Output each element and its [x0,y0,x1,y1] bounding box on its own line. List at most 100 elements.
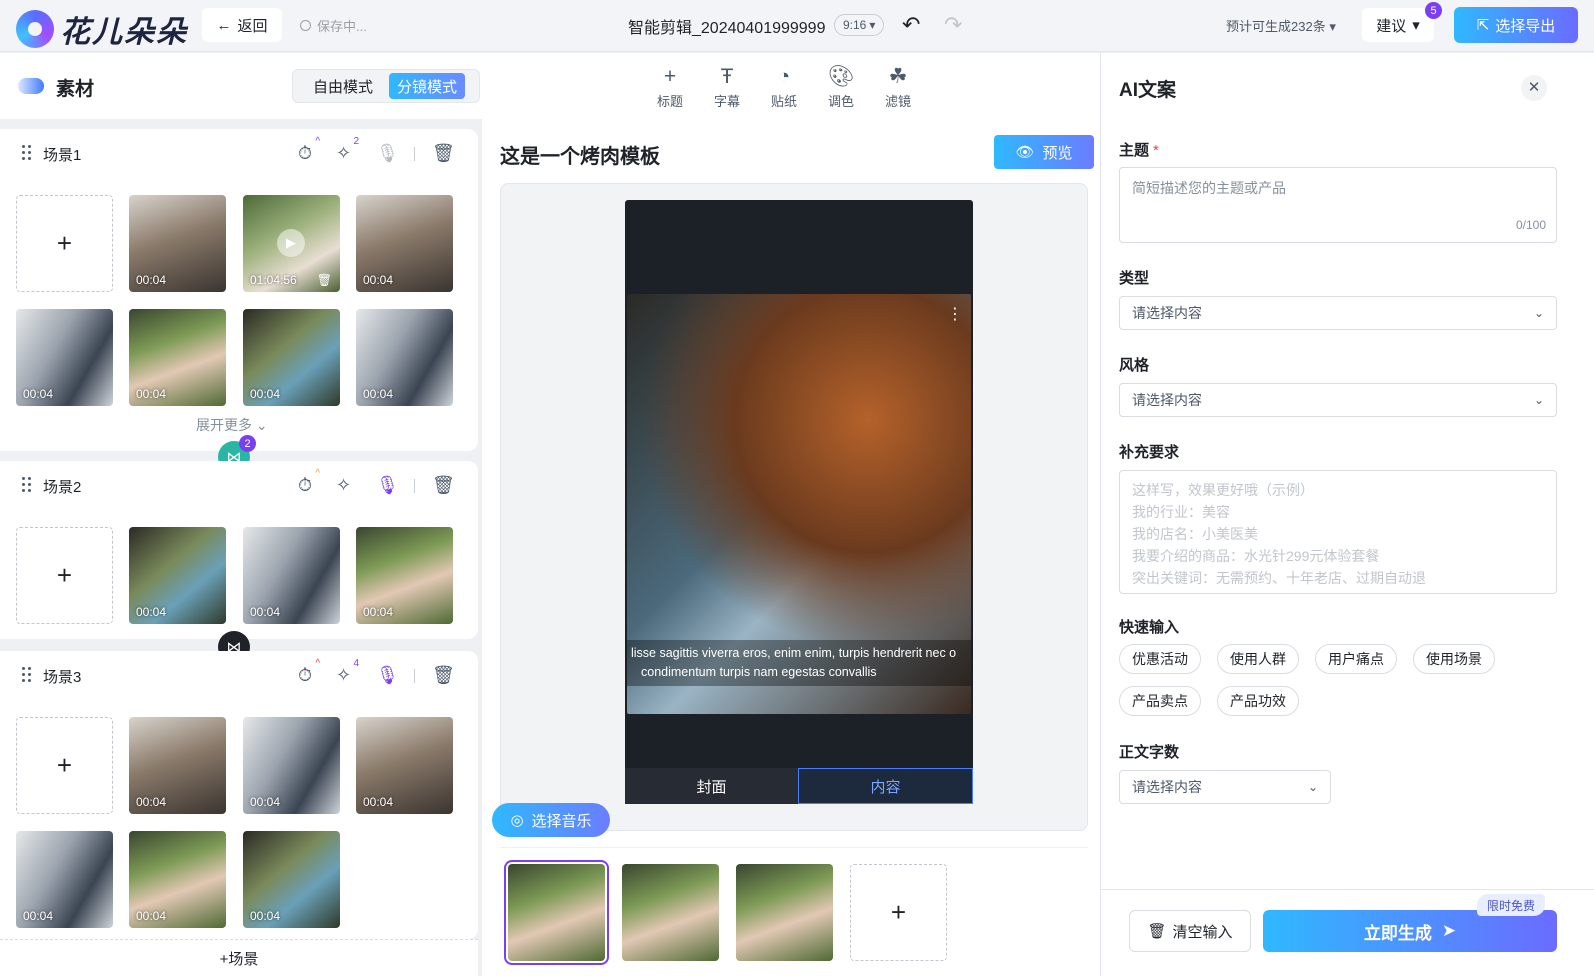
filter-tool[interactable]: ☘︎ 滤镜 [878,63,918,110]
clip-thumbnail[interactable]: 00:04 [243,309,340,406]
type-select[interactable]: 请选择内容 ⌄ [1119,296,1557,330]
sticker-tool[interactable]: ◔ 贴纸 [764,63,804,110]
play-icon[interactable]: ▶ [277,229,305,257]
add-scene-button[interactable]: +场景 [0,939,478,976]
tab-content[interactable]: 内容 [798,768,973,804]
aspect-ratio-select[interactable]: 9:16 ▾ [834,14,885,36]
caret-down-icon: ▾ [869,18,876,32]
expand-more-button[interactable]: 展开更多 ⌄ [196,415,268,435]
subtitle-overlay[interactable]: lisse sagittis viverra eros, enim enim, … [627,640,971,686]
back-button[interactable]: ← 返回 [202,8,282,42]
divider [414,479,415,493]
clip-thumbnail[interactable]: ▶ 01:04:56 🗑︎ [243,195,340,292]
clip-thumbnail[interactable]: 00:04 [243,831,340,928]
plus-icon: + [663,65,677,88]
generate-button[interactable]: 立即生成 ➤ [1263,910,1557,952]
divider [414,669,415,683]
quick-chip[interactable]: 产品卖点 [1119,686,1201,716]
export-button[interactable]: ⇱ 选择导出 [1454,7,1578,43]
add-clip-button[interactable]: + [16,195,113,292]
text-icon: Ŧ [720,65,734,88]
effect-icon[interactable]: ✧ 4 [336,658,359,686]
add-clip-button[interactable]: + [16,717,113,814]
estimate-text: 预计可生成232条 [1226,19,1326,34]
material-title: 素材 [56,79,95,100]
color-tool[interactable]: 🎨︎ 调色 [821,63,861,110]
trash-icon[interactable]: 🗑︎ [432,665,455,686]
drag-handle-icon[interactable] [22,145,32,161]
storyboard-mode-tab[interactable]: 分镜模式 [389,73,466,99]
speed-icon[interactable]: ⏱ ^ [298,658,320,686]
material-toggle-icon[interactable] [18,78,44,94]
clip-thumbnail[interactable]: 00:04 [356,527,453,624]
app-logo[interactable]: 花儿朵朵 [16,7,188,51]
clip-thumbnail[interactable]: 00:04 [16,309,113,406]
style-select[interactable]: 请选择内容 ⌄ [1119,383,1557,417]
more-options-icon[interactable]: ⋮ [947,304,963,324]
caret-down-icon: ▾ [1329,19,1336,34]
clear-input-button[interactable]: 🗑︎ 清空输入 [1129,910,1251,952]
speed-icon[interactable]: ⏱ ^ [298,468,320,496]
topic-input[interactable]: 简短描述您的主题或产品 0/100 [1119,167,1557,243]
microphone-icon[interactable]: 🎙︎ [376,475,399,496]
scene-card-1: 场景1 ⏱ ^ ✧ 2 🎙︎ 🗑︎ + 00:04 ▶ 01:04:56 🗑︎ 00… [0,129,478,451]
clip-thumbnail[interactable]: 00:04 [243,527,340,624]
ai-copy-panel: AI文案 ✕ 主题 * 简短描述您的主题或产品 0/100 类型 请选择内容 ⌄ … [1100,53,1594,976]
select-music-button[interactable]: ◎ 选择音乐 [492,803,610,837]
clip-thumbnail[interactable]: 00:04 [356,195,453,292]
double-chevron-down-icon: ⌄ [255,417,268,433]
free-mode-tab[interactable]: 自由模式 [305,73,381,99]
clip-thumbnail[interactable]: 00:04 [356,309,453,406]
drag-handle-icon[interactable] [22,667,32,683]
effect-icon[interactable]: ✧ [336,475,351,496]
extra-requirements-textarea[interactable]: 这样写，效果更好哦（示例） 我的行业：美容 我的店名：小美医美 我要介绍的商品：… [1119,470,1557,594]
close-icon[interactable]: ✕ [1521,75,1547,101]
voice-off-icon[interactable]: 🎙︎ [376,143,399,164]
title-tool[interactable]: + 标题 [650,63,690,110]
estimate-select[interactable]: 预计可生成232条 ▾ [1226,16,1336,35]
clip-thumbnail[interactable]: 00:04 [356,717,453,814]
style-label: 风格 [1119,357,1150,374]
preview-area: 这是一个烤肉模板 👁︎ 预览 ⋮ lisse sagittis viverra … [482,119,1100,976]
drag-handle-icon[interactable] [22,477,32,493]
quick-chip[interactable]: 用户痛点 [1315,644,1397,674]
quick-input-label: 快速输入 [1119,619,1180,636]
clip-thumbnail[interactable]: 00:04 [129,831,226,928]
add-clip-button[interactable]: + [16,527,113,624]
trash-icon[interactable]: 🗑︎ [317,273,332,287]
char-counter: 0/100 [1515,218,1546,232]
suggest-count-badge: 5 [1425,2,1442,19]
clip-thumbnail[interactable]: 00:04 [243,717,340,814]
redo-icon[interactable]: ↷ [944,12,962,38]
preview-button[interactable]: 👁︎ 预览 [994,135,1094,169]
tab-cover[interactable]: 封面 [625,768,798,804]
music-icon: ◎ [510,812,524,829]
trash-icon[interactable]: 🗑︎ [432,143,455,164]
suggest-button[interactable]: 建议 ▾ 5 [1362,2,1442,42]
effect-icon[interactable]: ✧ 2 [336,136,359,164]
material-header: 素材 自由模式 分镜模式 [0,53,482,119]
panel-footer: 🗑︎ 清空输入 立即生成 ➤ 限时免费 [1101,889,1594,976]
send-icon: ➤ [1441,921,1457,940]
clip-thumbnail[interactable]: 00:04 [129,309,226,406]
subtitle-tool[interactable]: Ŧ 字幕 [707,63,747,110]
trash-icon[interactable]: 🗑︎ [432,475,455,496]
word-count-select[interactable]: 请选择内容 ⌄ [1119,770,1331,804]
speed-icon[interactable]: ⏱ ^ [298,136,320,164]
frame-thumbnail[interactable] [736,864,833,961]
frame-thumbnail[interactable] [504,860,609,965]
clip-thumbnail[interactable]: 00:04 [129,717,226,814]
quick-chip[interactable]: 优惠活动 [1119,644,1201,674]
quick-chip[interactable]: 产品功效 [1217,686,1299,716]
microphone-icon[interactable]: 🎙︎ [376,665,399,686]
quick-chip[interactable]: 使用人群 [1217,644,1299,674]
frame-thumbnail[interactable] [622,864,719,961]
palette-icon: 🎨︎ [827,65,855,88]
clip-thumbnail[interactable]: 00:04 [129,527,226,624]
document-title[interactable]: 智能剪辑_20240401999999 [628,14,825,38]
clip-thumbnail[interactable]: 00:04 [16,831,113,928]
undo-icon[interactable]: ↶ [902,12,920,38]
quick-chip[interactable]: 使用场景 [1413,644,1495,674]
add-frame-button[interactable]: + [850,864,947,961]
clip-thumbnail[interactable]: 00:04 [129,195,226,292]
